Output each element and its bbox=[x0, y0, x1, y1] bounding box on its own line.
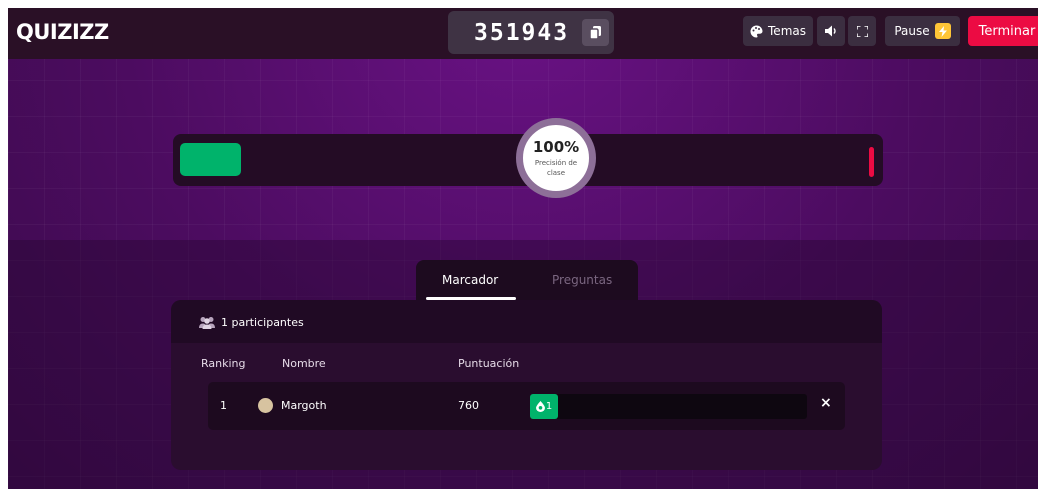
accuracy-value: 100% bbox=[532, 137, 580, 156]
column-header-ranking: Ranking bbox=[201, 357, 246, 370]
table-row[interactable]: 1 Margoth 760 1 × bbox=[208, 382, 845, 430]
row-rank: 1 bbox=[220, 399, 227, 412]
row-name: Margoth bbox=[281, 399, 327, 412]
tab-bar: Marcador Preguntas bbox=[416, 260, 638, 302]
app-frame: QUIZIZZ 351943 Temas Pause Terminar 100%… bbox=[8, 8, 1038, 489]
correct-count: 1 bbox=[545, 401, 553, 412]
accuracy-correct-fill bbox=[180, 143, 241, 176]
participants-label: 1 participantes bbox=[221, 316, 304, 329]
correct-answers-badge: 1 bbox=[530, 394, 558, 419]
tab-marcador[interactable]: Marcador bbox=[442, 273, 498, 287]
end-game-button[interactable]: Terminar bbox=[968, 16, 1038, 46]
avatar bbox=[258, 398, 273, 413]
accuracy-label: Precisión de clase bbox=[534, 158, 578, 177]
row-score: 760 bbox=[458, 399, 479, 412]
game-code-box: 351943 bbox=[448, 11, 614, 54]
remove-participant-button[interactable]: × bbox=[820, 395, 832, 411]
pause-button[interactable]: Pause bbox=[885, 16, 960, 46]
speaker-icon bbox=[824, 25, 836, 37]
fullscreen-button[interactable] bbox=[848, 16, 876, 46]
bolt-icon bbox=[934, 23, 951, 39]
themes-button[interactable]: Temas bbox=[743, 16, 813, 46]
copy-icon bbox=[590, 26, 601, 39]
leaderboard: 1 participantes Ranking Nombre Puntuació… bbox=[171, 300, 882, 470]
top-bar: QUIZIZZ 351943 Temas Pause Terminar bbox=[8, 8, 1038, 59]
accuracy-incorrect-marker bbox=[869, 147, 874, 177]
leaderboard-header: 1 participantes bbox=[171, 300, 882, 343]
check-drop-icon bbox=[535, 401, 545, 412]
answer-progress-bar: 1 bbox=[530, 394, 807, 419]
game-code: 351943 bbox=[474, 19, 570, 46]
copy-code-button[interactable] bbox=[582, 19, 609, 46]
participants-count: 1 participantes bbox=[198, 316, 304, 329]
quizizz-logo: QUIZIZZ bbox=[16, 20, 109, 44]
sound-button[interactable] bbox=[817, 16, 845, 46]
tab-preguntas[interactable]: Preguntas bbox=[552, 273, 612, 287]
users-icon bbox=[199, 317, 215, 329]
column-header-puntuacion: Puntuación bbox=[458, 357, 520, 370]
palette-icon bbox=[750, 24, 763, 37]
accuracy-circle: 100% Precisión de clase bbox=[516, 118, 596, 198]
themes-label: Temas bbox=[768, 24, 806, 38]
fullscreen-icon bbox=[856, 25, 868, 37]
pause-label: Pause bbox=[894, 24, 930, 38]
column-header-nombre: Nombre bbox=[282, 357, 326, 370]
